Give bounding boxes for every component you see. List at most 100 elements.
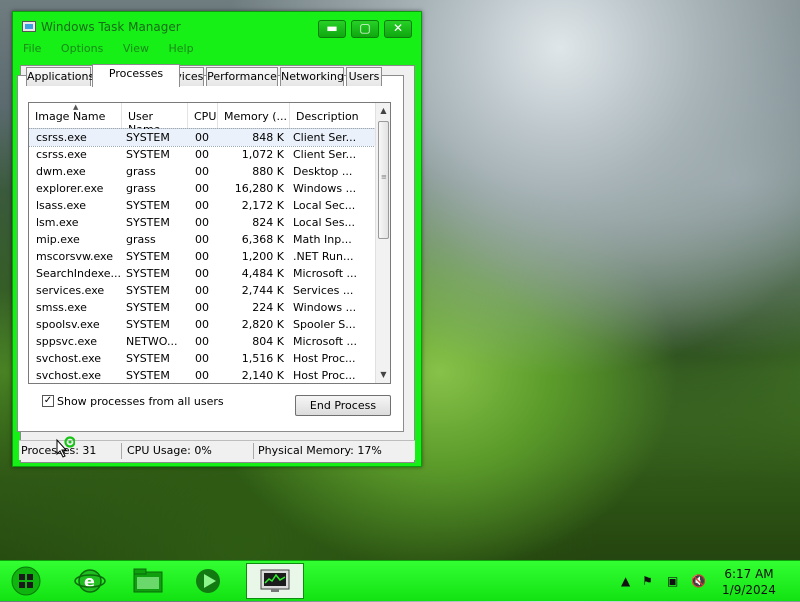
list-header: Image Name ▲ User Name CPU Memory (... D… — [29, 103, 375, 136]
tab-performance[interactable]: Performance — [206, 67, 278, 86]
table-row[interactable]: dwm.exe grass 00 880 K Desktop ... — [29, 163, 375, 180]
process-memory: 6,368 K — [241, 233, 284, 246]
process-list[interactable]: Image Name ▲ User Name CPU Memory (... D… — [28, 102, 391, 384]
table-row[interactable]: SearchIndexe... SYSTEM 00 4,484 K Microsoft … — [29, 265, 375, 282]
table-row[interactable]: csrss.exe SYSTEM 00 1,072 K Client Ser... — [29, 146, 375, 163]
table-row[interactable]: explorer.exe grass 00 16,280 K Windows ... — [29, 180, 375, 197]
maximize-button[interactable]: ▢ — [351, 20, 379, 38]
table-row[interactable]: svchost.exe SYSTEM 00 2,140 K Host Proc... — [29, 367, 375, 383]
show-all-users-label[interactable]: Show processes from all users — [57, 395, 224, 408]
process-cpu: 00 — [195, 182, 209, 195]
process-user-name: SYSTEM — [126, 131, 170, 144]
menu-help[interactable]: Help — [168, 42, 193, 55]
volume-muted-icon[interactable]: 🔇 — [691, 574, 706, 588]
taskbar: e ▲ ⚑ ▣ 🔇 6:17 AM 1/9/2024 — [0, 560, 800, 601]
table-row[interactable]: csrss.exe SYSTEM 00 848 K Client Ser... — [29, 128, 376, 147]
process-image-name: explorer.exe — [36, 182, 104, 195]
process-description: Windows ... — [293, 182, 357, 195]
close-button[interactable]: ✕ — [384, 20, 412, 38]
table-row[interactable]: services.exe SYSTEM 00 2,744 K Services ... — [29, 282, 375, 299]
process-memory: 1,516 K — [241, 352, 284, 365]
process-description: Windows ... — [293, 301, 357, 314]
process-user-name: SYSTEM — [126, 216, 170, 229]
scroll-down-arrow-icon[interactable]: ▼ — [376, 367, 390, 383]
end-process-button[interactable]: End Process — [295, 395, 391, 416]
table-row[interactable]: sppsvc.exe NETWO... 00 804 K Microsoft ... — [29, 333, 375, 350]
process-description: Client Ser... — [293, 131, 357, 144]
process-image-name: mip.exe — [36, 233, 80, 246]
table-row[interactable]: mscorsvw.exe SYSTEM 00 1,200 K .NET Run... — [29, 248, 375, 265]
process-image-name: svchost.exe — [36, 369, 102, 382]
tab-users[interactable]: Users — [346, 67, 382, 86]
taskbar-task-manager[interactable] — [246, 563, 304, 599]
table-row[interactable]: svchost.exe SYSTEM 00 1,516 K Host Proc... — [29, 350, 375, 367]
process-cpu: 00 — [195, 199, 209, 212]
clock-time: 6:17 AM — [724, 567, 774, 581]
start-button[interactable] — [8, 563, 62, 599]
process-rows: csrss.exe SYSTEM 00 848 K Client Ser... csrss… — [29, 128, 376, 383]
process-memory: 1,072 K — [241, 148, 284, 161]
process-user-name: SYSTEM — [126, 199, 170, 212]
column-cpu[interactable]: CPU — [188, 103, 218, 128]
vertical-scrollbar[interactable]: ▲ ≡ ▼ — [375, 103, 390, 383]
taskbar-file-explorer[interactable] — [126, 563, 180, 599]
action-center-flag-icon[interactable]: ⚑ — [642, 574, 653, 588]
process-user-name: NETWO... — [126, 335, 178, 348]
column-image-name[interactable]: Image Name ▲ — [29, 103, 122, 128]
network-icon[interactable]: ▣ — [667, 574, 678, 588]
process-user-name: SYSTEM — [126, 318, 170, 331]
taskbar-media-player[interactable] — [186, 563, 240, 599]
menu-file[interactable]: File — [23, 42, 41, 55]
tab-networking[interactable]: Networking — [280, 67, 344, 86]
show-hidden-icons-icon[interactable]: ▲ — [621, 574, 630, 588]
column-memory[interactable]: Memory (... — [218, 103, 290, 128]
task-manager-icon — [260, 569, 290, 592]
table-row[interactable]: lsm.exe SYSTEM 00 824 K Local Ses... — [29, 214, 375, 231]
process-user-name: SYSTEM — [126, 148, 170, 161]
process-memory: 1,200 K — [241, 250, 284, 263]
process-memory: 880 K — [252, 165, 284, 178]
table-row[interactable]: mip.exe grass 00 6,368 K Math Inp... — [29, 231, 375, 248]
taskbar-internet-explorer[interactable]: e — [70, 563, 124, 599]
scroll-up-arrow-icon[interactable]: ▲ — [376, 103, 390, 119]
process-user-name: SYSTEM — [126, 250, 170, 263]
process-image-name: csrss.exe — [36, 131, 87, 144]
title-bar[interactable]: Windows Task Manager ▬ ▢ ✕ — [13, 12, 421, 38]
process-cpu: 00 — [195, 233, 209, 246]
minimize-button[interactable]: ▬ — [318, 20, 346, 38]
status-cpu-usage: CPU Usage: 0% — [127, 444, 212, 457]
table-row[interactable]: smss.exe SYSTEM 00 224 K Windows ... — [29, 299, 375, 316]
process-description: Client Ser... — [293, 148, 357, 161]
process-image-name: spoolsv.exe — [36, 318, 100, 331]
tab-processes[interactable]: Processes — [92, 64, 180, 87]
process-user-name: SYSTEM — [126, 369, 170, 382]
process-memory: 804 K — [252, 335, 284, 348]
process-cpu: 00 — [195, 335, 209, 348]
internet-explorer-icon: e — [74, 569, 106, 593]
table-row[interactable]: lsass.exe SYSTEM 00 2,172 K Local Sec... — [29, 197, 375, 214]
process-description: Host Proc... — [293, 369, 356, 382]
table-row[interactable]: spoolsv.exe SYSTEM 00 2,820 K Spooler S... — [29, 316, 375, 333]
status-divider — [121, 443, 122, 459]
process-memory: 224 K — [252, 301, 284, 314]
process-description: Host Proc... — [293, 352, 356, 365]
process-image-name: sppsvc.exe — [36, 335, 97, 348]
menu-options[interactable]: Options — [61, 42, 103, 55]
show-all-users-checkbox[interactable]: ✓ — [42, 395, 54, 407]
system-clock[interactable]: 6:17 AM 1/9/2024 — [714, 566, 784, 598]
sort-ascending-icon: ▲ — [73, 103, 79, 111]
scroll-thumb[interactable]: ≡ — [378, 121, 389, 239]
column-user-name[interactable]: User Name — [122, 103, 188, 136]
process-memory: 4,484 K — [241, 267, 284, 280]
process-description: Services ... — [293, 284, 354, 297]
media-player-icon — [196, 569, 220, 593]
process-image-name: svchost.exe — [36, 352, 102, 365]
process-memory: 824 K — [252, 216, 284, 229]
process-image-name: mscorsvw.exe — [36, 250, 113, 263]
process-cpu: 00 — [195, 301, 209, 314]
tab-applications[interactable]: Applications — [26, 67, 94, 86]
column-description[interactable]: Description — [290, 103, 375, 128]
menu-view[interactable]: View — [123, 42, 149, 55]
process-memory: 848 K — [252, 131, 284, 144]
process-image-name: services.exe — [36, 284, 105, 297]
